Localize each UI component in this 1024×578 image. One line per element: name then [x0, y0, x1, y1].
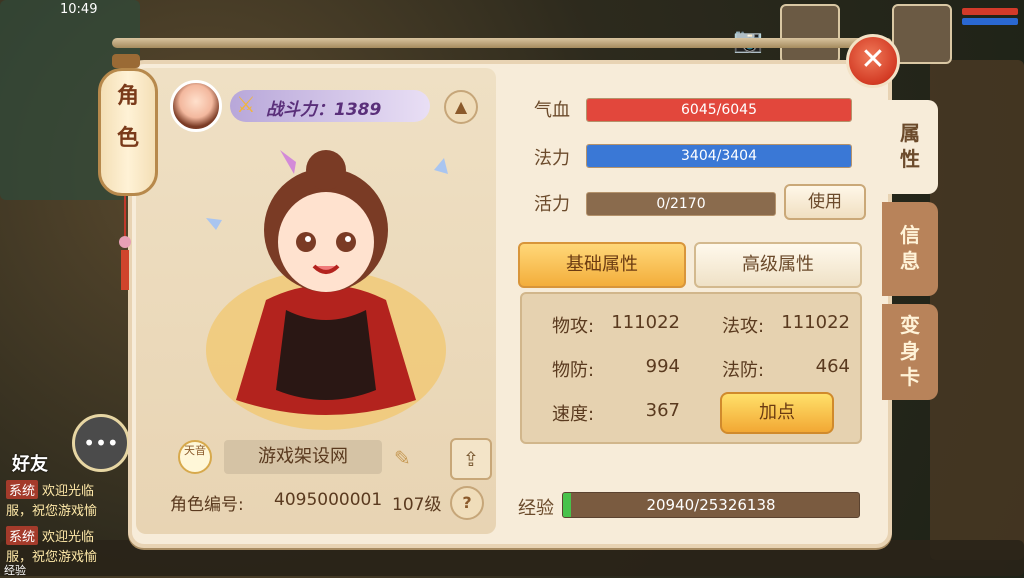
hp-bar: 6045/6045	[586, 98, 852, 122]
mp-mini-bar	[962, 18, 1018, 25]
character-level: 107级	[392, 495, 442, 515]
hp-value: 6045/6045	[681, 102, 757, 118]
chat-line-1: 系统 欢迎光临	[6, 480, 94, 499]
panel-top-rod	[112, 38, 892, 48]
exp-bar: 20940/25326138	[562, 492, 860, 518]
stat-value-speed: 367	[645, 400, 680, 421]
stat-label-matk: 法攻:	[722, 316, 765, 337]
upgrade-button[interactable]: ▲	[444, 90, 478, 124]
character-avatar	[170, 80, 222, 132]
stat-label-mdef: 法防:	[722, 360, 765, 381]
stat-label-pdef: 物防:	[552, 360, 595, 381]
tassel-icon	[119, 196, 131, 290]
hp-mini-bar	[962, 8, 1018, 15]
mp-label: 法力	[534, 148, 570, 169]
sword-icon: ⚔	[236, 93, 256, 118]
lantern-title: 角 色	[98, 68, 158, 196]
stat-value-patk: 111022	[611, 312, 680, 333]
exp-label: 经验	[518, 498, 554, 519]
vigor-label: 活力	[534, 194, 570, 215]
stat-value-pdef: 994	[645, 356, 680, 377]
status-time: 10:49	[60, 2, 98, 17]
faction-badge: 天音	[178, 440, 212, 474]
hp-label: 气血	[534, 100, 570, 121]
character-portrait	[206, 150, 448, 430]
stat-value-matk: 111022	[781, 312, 850, 333]
power-value: 战斗力：1389	[266, 100, 382, 120]
role-id: 4095000001	[274, 490, 383, 510]
chat-icon[interactable]: •••	[72, 414, 130, 472]
vigor-value: 0/2170	[656, 196, 706, 212]
exp-value: 20940/25326138	[646, 496, 776, 514]
mp-value: 3404/3404	[681, 148, 757, 164]
tab-advanced-attributes[interactable]: 高级属性	[694, 242, 862, 288]
close-button[interactable]: ✕	[846, 34, 900, 88]
edit-icon[interactable]: ✎	[394, 446, 411, 470]
help-button[interactable]: ?	[450, 486, 484, 520]
character-name: 游戏架设网	[224, 440, 382, 474]
side-tab-transform-card[interactable]: 变 身 卡	[882, 304, 938, 400]
scene-right	[930, 60, 1024, 560]
friend-label[interactable]: 好友	[12, 450, 48, 476]
stat-value-mdef: 464	[815, 356, 850, 377]
stat-label-speed: 速度:	[552, 404, 595, 425]
lantern-cap	[112, 54, 140, 68]
mp-bar: 3404/3404	[586, 144, 852, 168]
chat-line-3: 系统 欢迎光临	[6, 526, 94, 545]
side-tab-info[interactable]: 信 息	[882, 202, 938, 296]
tab-basic-attributes[interactable]: 基础属性	[518, 242, 686, 288]
side-tab-attributes[interactable]: 属 性	[882, 100, 938, 194]
top-slot-1[interactable]	[780, 4, 840, 64]
add-point-button[interactable]: 加点	[720, 392, 834, 434]
vigor-bar: 0/2170	[586, 192, 776, 216]
share-button[interactable]: ⇪	[450, 438, 492, 480]
player-avatar-slot[interactable]	[892, 4, 952, 64]
stat-label-patk: 物攻:	[552, 316, 595, 337]
use-button[interactable]: 使用	[784, 184, 866, 220]
role-id-label: 角色编号:	[170, 495, 244, 515]
chat-line-2: 服，祝您游戏愉	[6, 504, 98, 519]
